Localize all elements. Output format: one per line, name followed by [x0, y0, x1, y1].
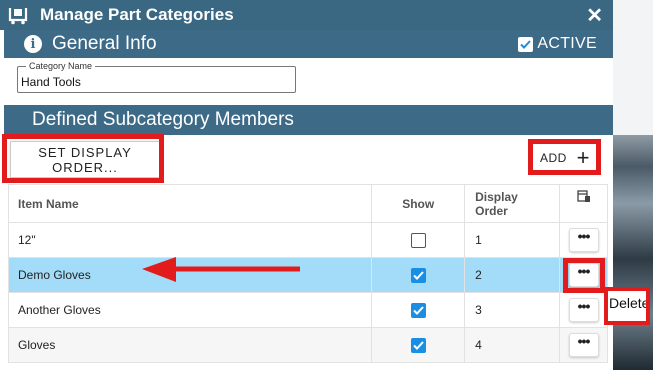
table-row[interactable]: 12" 1 ••• [7, 222, 608, 258]
row-item-name: Another Gloves [7, 292, 373, 328]
row-display-order: 1 [464, 222, 561, 258]
row-show-cell [371, 257, 466, 293]
row-actions-cell: ••• [559, 327, 608, 363]
row-item-name: 12" [7, 222, 373, 258]
show-checkbox[interactable] [410, 337, 426, 353]
close-icon[interactable]: ✕ [586, 3, 603, 28]
more-options-button[interactable]: ••• [568, 263, 599, 287]
general-info-header: i General Info ACTIVE [4, 30, 613, 58]
row-show-cell [371, 292, 466, 328]
add-button[interactable]: ADD + [534, 145, 596, 170]
delete-menu-item[interactable]: Delete [604, 287, 650, 325]
show-checkbox[interactable] [410, 267, 426, 283]
col-display-order-line1: Display [475, 189, 518, 204]
row-actions-cell: ••• [559, 257, 608, 293]
active-toggle[interactable]: ACTIVE [518, 35, 597, 53]
row-show-cell [371, 327, 466, 363]
table-row[interactable]: Gloves 4 ••• [7, 327, 608, 363]
active-checkbox[interactable] [518, 36, 534, 52]
more-options-button[interactable]: ••• [568, 333, 599, 357]
subcategory-members-header: Defined Subcategory Members [4, 105, 613, 135]
col-item-name[interactable]: Item Name [7, 184, 373, 223]
manage-part-categories-dialog: Manage Part Categories ✕ i General Info … [0, 0, 613, 370]
subcategory-members-title: Defined Subcategory Members [32, 109, 294, 130]
show-checkbox[interactable] [410, 302, 426, 318]
table-row[interactable]: Another Gloves 3 ••• [7, 292, 608, 328]
category-name-field[interactable]: Category Name Hand Tools [17, 61, 296, 93]
cart-icon [8, 5, 30, 25]
add-label: ADD [540, 150, 567, 165]
members-table: Item Name Show Display Order 12" 1 ••• D… [7, 184, 608, 363]
category-name-label: Category Name [26, 61, 96, 71]
set-display-order-label-1: SET DISPLAY [38, 145, 132, 160]
col-show[interactable]: Show [371, 184, 466, 223]
column-chooser-icon[interactable] [559, 184, 608, 223]
col-display-order[interactable]: Display Order [464, 184, 561, 223]
red-arrow-annotation [142, 257, 300, 282]
set-display-order-button[interactable]: SET DISPLAY ORDER... [10, 141, 160, 178]
table-row[interactable]: Demo Gloves 2 ••• [7, 257, 608, 293]
info-icon: i [24, 35, 42, 53]
general-info-title: General Info [52, 33, 157, 54]
plus-icon: + [576, 144, 590, 170]
row-actions-cell: ••• [559, 292, 608, 328]
more-options-button[interactable]: ••• [568, 228, 599, 252]
more-options-button[interactable]: ••• [568, 298, 599, 322]
row-show-cell [371, 222, 466, 258]
row-item-name: Gloves [7, 327, 373, 363]
col-display-order-line2: Order [475, 203, 508, 218]
active-label: ACTIVE [537, 35, 597, 52]
row-display-order: 4 [464, 327, 561, 363]
category-name-value[interactable]: Hand Tools [21, 75, 81, 89]
row-display-order: 2 [464, 257, 561, 293]
row-display-order: 3 [464, 292, 561, 328]
dialog-titlebar: Manage Part Categories ✕ [0, 0, 613, 30]
background-panel [613, 0, 653, 135]
table-header-row: Item Name Show Display Order [7, 184, 608, 223]
dialog-title: Manage Part Categories [40, 5, 234, 24]
set-display-order-label-2: ORDER... [52, 160, 118, 175]
row-actions-cell: ••• [559, 222, 608, 258]
show-checkbox[interactable] [410, 232, 426, 248]
